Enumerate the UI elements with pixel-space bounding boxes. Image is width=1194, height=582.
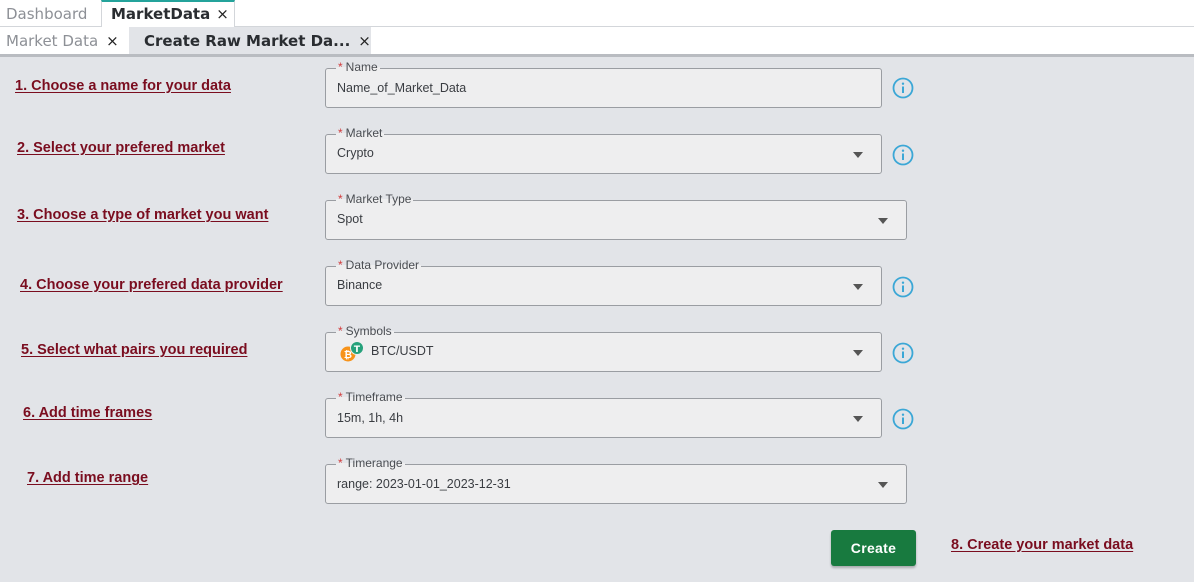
required-marker: * <box>338 192 343 206</box>
market-value: Crypto <box>337 146 374 160</box>
info-icon[interactable] <box>892 77 914 99</box>
timeframe-select[interactable]: * Timeframe 15m, 1h, 4h <box>325 390 882 438</box>
tab-dashboard[interactable]: Dashboard <box>0 0 101 27</box>
btc-usdt-icon: ₿ T <box>340 341 364 362</box>
timerange-value: range: 2023-01-01_2023-12-31 <box>337 477 511 491</box>
market-select[interactable]: * Market Crypto <box>325 126 882 174</box>
step-6-label: 6. Add time frames <box>23 405 153 421</box>
step-1-label: 1. Choose a name for your data <box>15 78 231 94</box>
step-5-label: 5. Select what pairs you required <box>21 342 248 358</box>
timerange-select[interactable]: * Timerange range: 2023-01-01_2023-12-31 <box>325 456 907 504</box>
symbols-select[interactable]: * Symbols ₿ T BTC/USDT <box>325 324 882 372</box>
name-field-label: * Name <box>336 60 380 74</box>
data-provider-value: Binance <box>337 278 383 292</box>
symbols-value: BTC/USDT <box>371 344 434 358</box>
market-field-label: * Market <box>336 126 385 140</box>
data-provider-field-label: * Data Provider <box>336 258 422 272</box>
market-type-label-text: Market Type <box>345 192 412 206</box>
step-3-label: 3. Choose a type of market you want <box>17 207 269 223</box>
chevron-down-icon[interactable] <box>853 152 863 158</box>
step-7-label: 7. Add time range <box>27 470 149 486</box>
required-marker: * <box>338 324 343 338</box>
info-icon[interactable] <box>892 408 914 430</box>
step-2-label: 2. Select your prefered market <box>17 140 225 156</box>
name-field[interactable]: * Name Name_of_Market_Data <box>325 60 882 108</box>
svg-text:T: T <box>354 345 361 355</box>
info-icon[interactable] <box>892 144 914 166</box>
top-tab-bar: Dashboard MarketData × <box>0 0 1194 28</box>
name-input-value[interactable]: Name_of_Market_Data <box>337 81 466 95</box>
step-8-label: 8. Create your market data <box>951 537 1134 553</box>
create-button[interactable]: Create <box>831 530 916 566</box>
required-marker: * <box>338 390 343 404</box>
data-provider-select[interactable]: * Data Provider Binance <box>325 258 882 306</box>
tab-marketdata[interactable]: MarketData × <box>101 0 235 28</box>
info-icon[interactable] <box>892 342 914 364</box>
data-provider-label-text: Data Provider <box>345 258 420 272</box>
timerange-field-label: * Timerange <box>336 456 405 470</box>
market-type-select[interactable]: * Market Type Spot <box>325 192 907 240</box>
market-label-text: Market <box>345 126 383 140</box>
close-icon[interactable]: × <box>216 5 229 23</box>
timerange-label-text: Timerange <box>345 456 403 470</box>
tab-market-data-label: Market Data <box>6 32 99 50</box>
tab-create-raw-market-data-label: Create Raw Market Da... <box>144 32 351 50</box>
chevron-down-icon[interactable] <box>878 218 888 224</box>
timeframe-label-text: Timeframe <box>345 390 403 404</box>
market-type-field-label: * Market Type <box>336 192 414 206</box>
chevron-down-icon[interactable] <box>878 482 888 488</box>
required-marker: * <box>338 126 343 140</box>
required-marker: * <box>338 258 343 272</box>
tab-market-data[interactable]: Market Data × <box>6 27 129 54</box>
chevron-down-icon[interactable] <box>853 350 863 356</box>
tab-dashboard-label: Dashboard <box>6 5 88 23</box>
close-icon[interactable]: × <box>106 32 119 50</box>
timeframe-value: 15m, 1h, 4h <box>337 411 404 425</box>
chevron-down-icon[interactable] <box>853 284 863 290</box>
info-icon[interactable] <box>892 276 914 298</box>
tab-marketdata-label: MarketData <box>111 5 211 23</box>
name-label-text: Name <box>345 60 378 74</box>
required-marker: * <box>338 60 343 74</box>
symbols-label-text: Symbols <box>345 324 392 338</box>
tab-create-raw-market-data[interactable]: Create Raw Market Da... × <box>129 27 371 54</box>
close-icon[interactable]: × <box>358 32 371 50</box>
market-type-value: Spot <box>337 212 363 226</box>
symbols-field-label: * Symbols <box>336 324 394 338</box>
required-marker: * <box>338 456 343 470</box>
sub-tab-bar: Market Data × Create Raw Market Da... × <box>0 27 1194 57</box>
chevron-down-icon[interactable] <box>853 416 863 422</box>
timeframe-field-label: * Timeframe <box>336 390 405 404</box>
step-4-label: 4. Choose your prefered data provider <box>20 277 283 293</box>
